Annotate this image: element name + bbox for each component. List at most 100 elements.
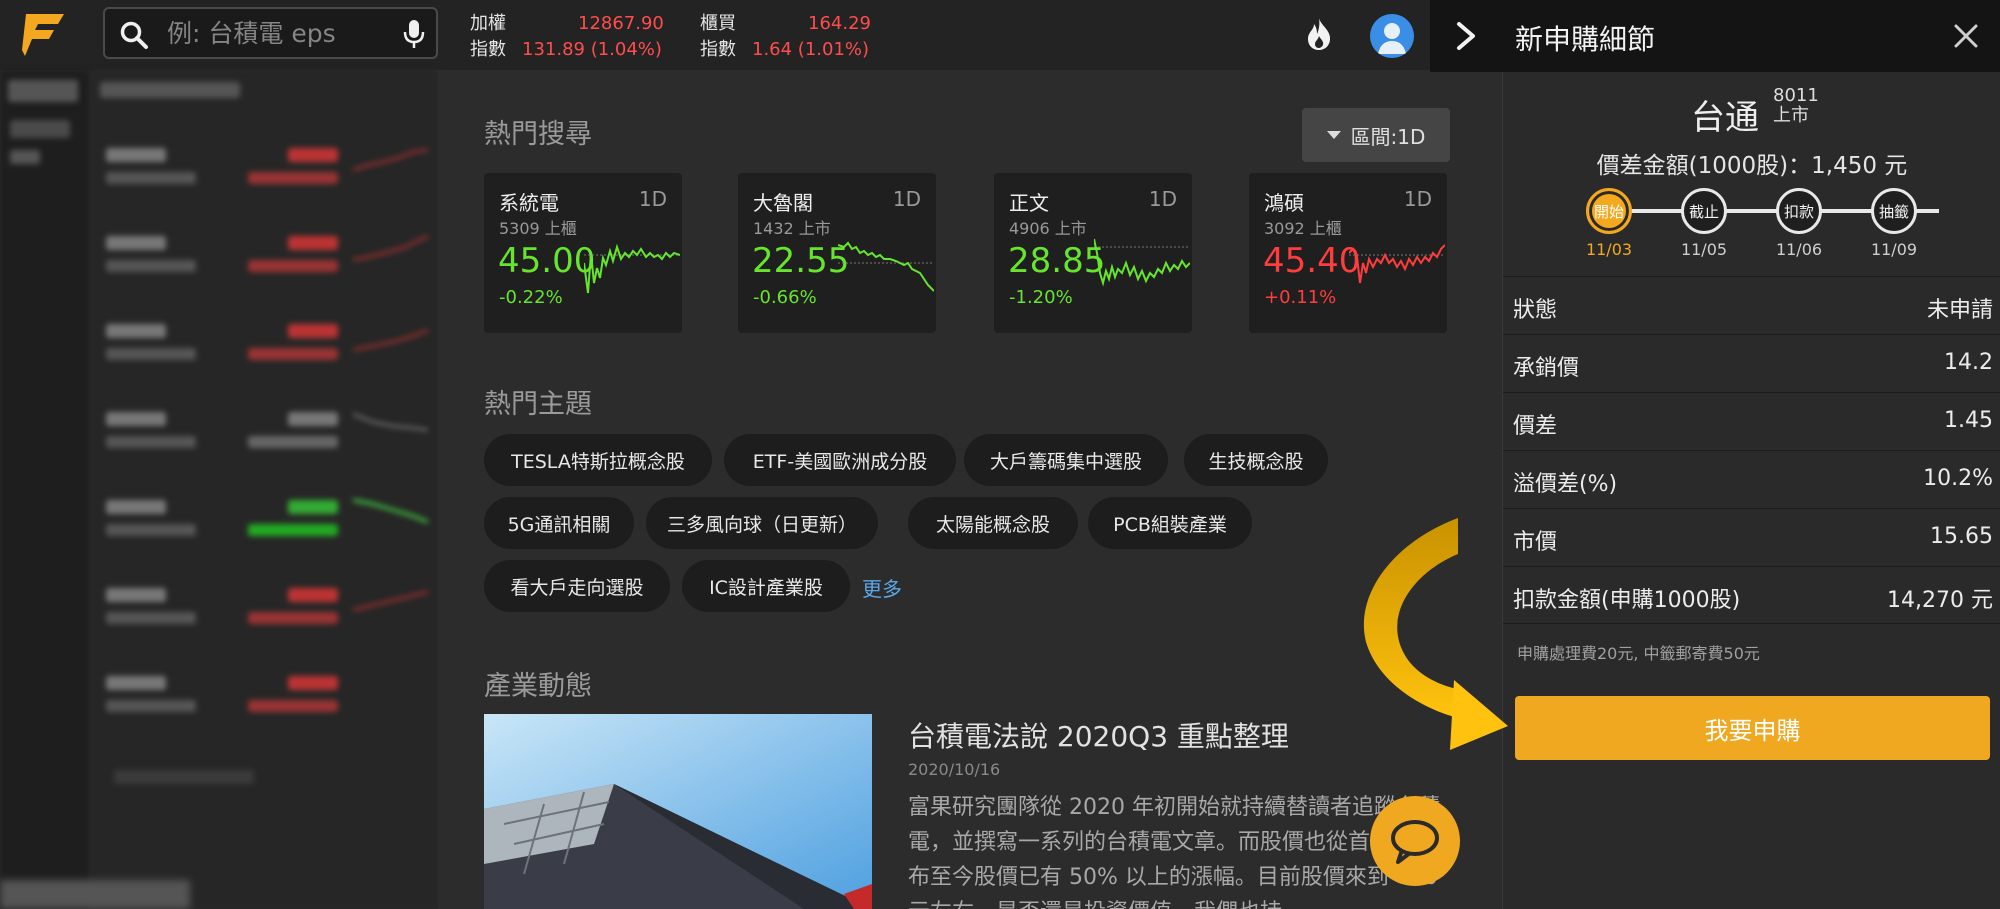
info-row-debit-amount: 扣款金額(申購1000股) 14,270 元 xyxy=(1503,566,2000,624)
info-value: 15.65 xyxy=(1930,524,1993,549)
more-topics-link[interactable]: 更多 xyxy=(862,573,902,602)
blurred-footer xyxy=(0,880,190,909)
news-date: 2020/10/16 xyxy=(908,760,1001,779)
fugle-logo-icon[interactable] xyxy=(18,10,68,60)
topic-tag[interactable]: ETF-美國歐洲成分股 xyxy=(724,434,956,486)
topic-tag[interactable]: PCB組裝產業 xyxy=(1088,497,1252,549)
stock-name: 鴻碩 xyxy=(1264,191,1304,215)
info-row-offer-price: 承銷價 14.2 xyxy=(1503,334,2000,392)
ipo-stock-market: 上市 xyxy=(1773,105,1809,126)
info-key: 扣款金額(申購1000股) xyxy=(1513,588,1741,613)
stock-price: 22.55 xyxy=(752,241,850,281)
sparkline-chart xyxy=(1349,244,1445,284)
index-change: 1.64 (1.01%) xyxy=(752,39,870,60)
topic-tag[interactable]: IC設計產業股 xyxy=(682,560,850,612)
stock-code: 4906 上市 xyxy=(1009,219,1087,238)
index-label: 櫃買 xyxy=(700,13,736,34)
chat-button[interactable] xyxy=(1370,796,1460,886)
index-label: 加權 xyxy=(470,13,506,34)
range-label: 區間:1D xyxy=(1350,124,1426,149)
search-bar[interactable] xyxy=(103,7,438,59)
sparkline-chart xyxy=(1094,238,1190,287)
chevron-right-icon[interactable] xyxy=(1453,20,1479,52)
user-avatar[interactable] xyxy=(1370,14,1414,58)
sparkline-chart xyxy=(838,241,934,292)
sparkline-chart xyxy=(584,243,680,294)
hot-topics-title: 熱門主題 xyxy=(484,389,592,420)
topic-tag[interactable]: 看大戶走向選股 xyxy=(484,560,670,612)
stock-change: -0.22% xyxy=(499,287,563,308)
microphone-icon[interactable] xyxy=(402,18,426,50)
caret-down-icon xyxy=(1326,131,1341,139)
stock-period: 1D xyxy=(638,187,667,211)
fee-note: 申購處理費20元, 中籤郵寄費50元 xyxy=(1517,644,1760,663)
timeline-step-start: 開始 xyxy=(1586,188,1632,234)
stock-price: 45.40 xyxy=(1263,241,1361,281)
stock-price: 45.00 xyxy=(498,241,596,281)
timeline-step-draw: 抽籤 xyxy=(1871,188,1917,234)
info-value: 未申請 xyxy=(1926,298,1993,323)
user-icon xyxy=(1378,23,1406,54)
pointer-arrow-icon xyxy=(1363,518,1508,750)
stock-code: 3092 上櫃 xyxy=(1264,219,1342,238)
stock-code: 5309 上櫃 xyxy=(499,219,577,238)
stock-period: 1D xyxy=(1403,187,1432,211)
stock-price: 28.85 xyxy=(1008,241,1106,281)
stock-change: -0.66% xyxy=(753,287,817,308)
news-thumbnail[interactable] xyxy=(484,714,872,909)
news-title[interactable]: 台積電法說 2020Q3 重點整理 xyxy=(908,715,1289,755)
info-value: 10.2% xyxy=(1923,466,1993,491)
spread-amount: 價差金額(1000股)：1,450 元 xyxy=(1596,153,1908,179)
timeline-date: 11/03 xyxy=(1585,240,1633,259)
topic-tag[interactable]: TESLA特斯拉概念股 xyxy=(484,434,712,486)
stock-card[interactable]: 大魯閣 1D 1432 上市 22.55 -0.66% xyxy=(738,173,936,333)
index-label: 指數 xyxy=(470,39,506,60)
main-content: 熱門搜尋 區間:1D 系統電 1D 5309 上櫃 45.00 -0.22% 大… xyxy=(438,70,1502,909)
info-key: 價差 xyxy=(1513,414,1558,439)
stock-name: 系統電 xyxy=(499,191,559,215)
ipo-stock-code: 8011 上市 xyxy=(1773,86,1819,126)
subscribe-button[interactable]: 我要申購 xyxy=(1515,696,1990,760)
ipo-stock-number: 8011 xyxy=(1773,85,1819,106)
index-change: 131.89 (1.04%) xyxy=(522,39,662,60)
stock-card[interactable]: 系統電 1D 5309 上櫃 45.00 -0.22% xyxy=(484,173,682,333)
topic-tag[interactable]: 大戶籌碼集中選股 xyxy=(964,434,1168,486)
index-label: 指數 xyxy=(700,39,736,60)
info-row-status: 狀態 未申請 xyxy=(1503,276,2000,334)
range-dropdown[interactable]: 區間:1D xyxy=(1302,108,1450,162)
search-input[interactable] xyxy=(167,17,387,49)
timeline-step-deadline: 截止 xyxy=(1681,188,1727,234)
hot-search-title: 熱門搜尋 xyxy=(484,119,592,150)
info-value: 14.2 xyxy=(1944,350,1993,375)
stock-period: 1D xyxy=(1148,187,1177,211)
stock-card[interactable]: 鴻碩 1D 3092 上櫃 45.40 +0.11% xyxy=(1249,173,1447,333)
stock-period: 1D xyxy=(892,187,921,211)
info-row-spread: 價差 1.45 xyxy=(1503,392,2000,450)
building-image xyxy=(484,714,872,909)
industry-news-title: 產業動態 xyxy=(484,671,592,702)
timeline-date: 11/06 xyxy=(1775,240,1823,259)
fire-icon[interactable] xyxy=(1303,16,1335,52)
info-key: 溢價差(%) xyxy=(1513,472,1618,497)
panel-title: 新申購細節 xyxy=(1515,23,1656,56)
stock-card[interactable]: 正文 1D 4906 上市 28.85 -1.20% xyxy=(994,173,1192,333)
topic-tag[interactable]: 生技概念股 xyxy=(1184,434,1328,486)
search-icon xyxy=(120,21,148,49)
chat-bubble-icon xyxy=(1391,820,1439,864)
close-icon[interactable] xyxy=(1950,20,1982,52)
info-key: 狀態 xyxy=(1513,298,1558,323)
topic-tag[interactable]: 三多風向球（日更新） xyxy=(646,497,878,549)
left-nav xyxy=(0,70,90,909)
timeline-step-debit: 扣款 xyxy=(1776,188,1822,234)
topic-tag[interactable]: 5G通訊相關 xyxy=(484,497,634,549)
info-row-market-price: 市價 15.65 xyxy=(1503,508,2000,566)
taiex-index[interactable]: 加權 12867.90 指數 131.89 (1.04%) xyxy=(470,11,664,63)
info-row-premium: 溢價差(%) 10.2% xyxy=(1503,450,2000,508)
info-value: 1.45 xyxy=(1944,408,1993,433)
stock-name: 大魯閣 xyxy=(753,191,813,215)
otc-index[interactable]: 櫃買 164.29 指數 1.64 (1.01%) xyxy=(700,11,871,63)
index-value: 164.29 xyxy=(808,13,871,34)
info-key: 承銷價 xyxy=(1513,356,1580,381)
topic-tag[interactable]: 太陽能概念股 xyxy=(908,497,1078,549)
top-bar: 加權 12867.90 指數 131.89 (1.04%) 櫃買 164.29 指數 1… xyxy=(0,0,1430,70)
